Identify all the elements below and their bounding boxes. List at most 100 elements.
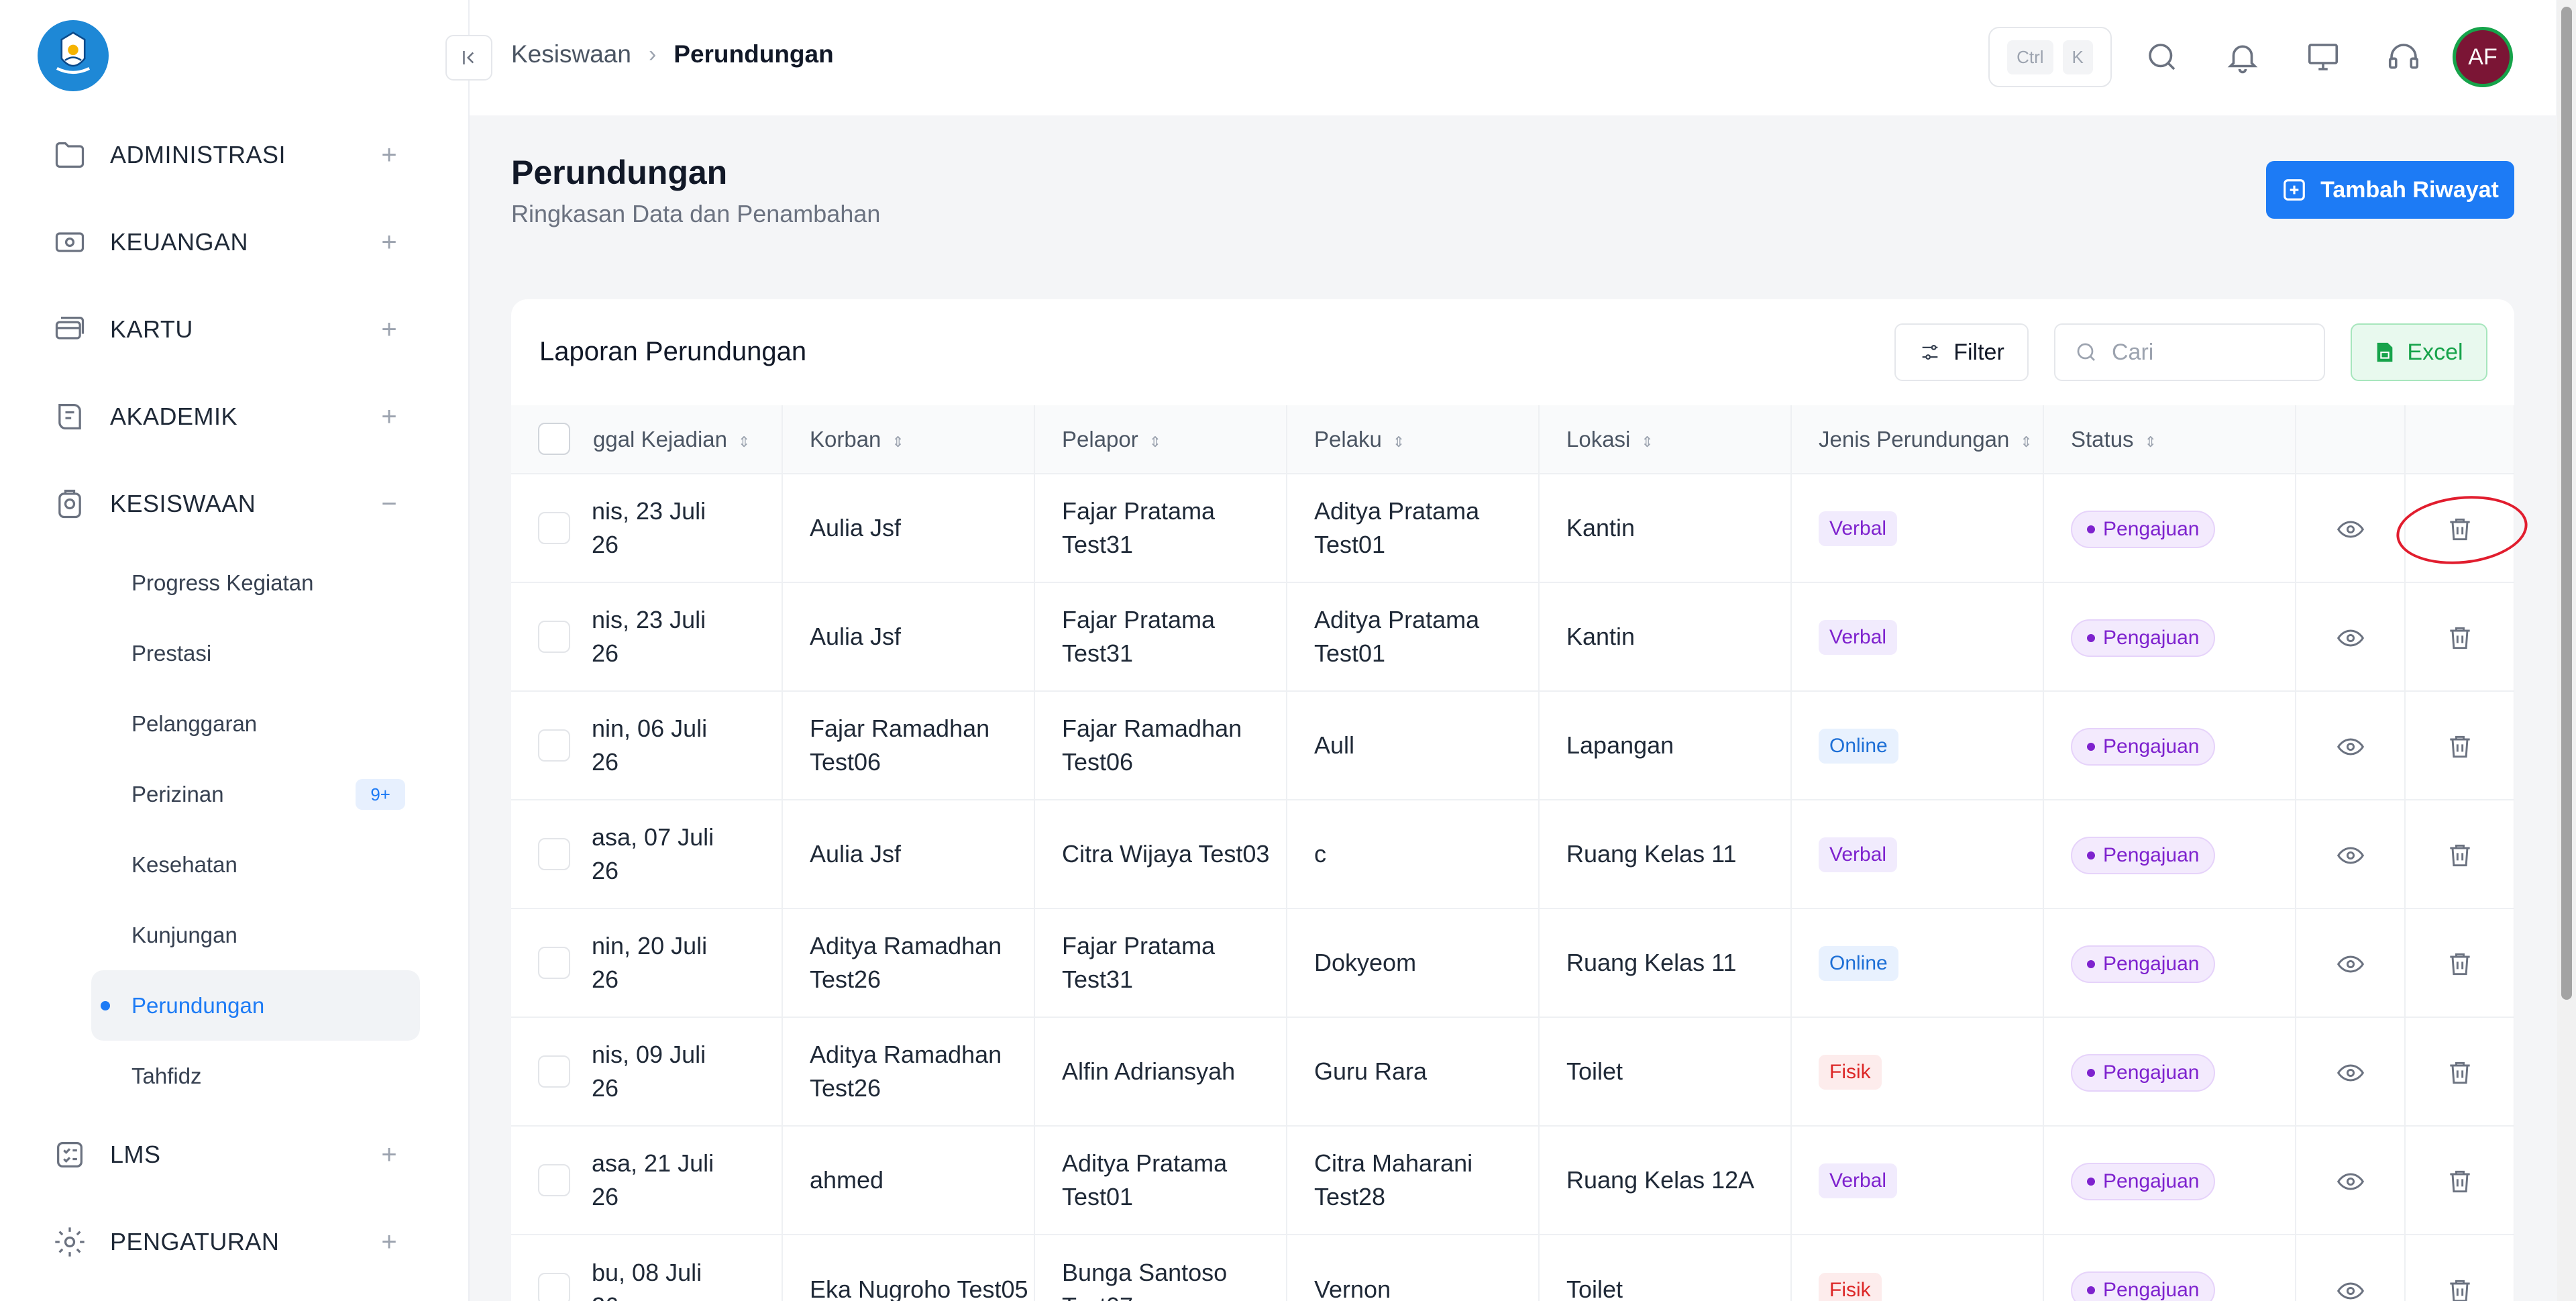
sidebar-item-tahfidz[interactable]: Tahfidz bbox=[91, 1041, 420, 1111]
cell-jenis: Verbal bbox=[1791, 474, 2044, 582]
sidebar-item-perundungan[interactable]: Perundungan bbox=[91, 970, 420, 1041]
sidebar-group-pengaturan[interactable]: PENGATURAN + bbox=[0, 1198, 470, 1286]
sidebar-group-administrasi[interactable]: ADMINISTRASI + bbox=[0, 111, 470, 199]
expand-icon[interactable]: + bbox=[376, 140, 402, 170]
row-checkbox[interactable] bbox=[538, 947, 570, 979]
command-palette-shortcut[interactable]: Ctrl K bbox=[1988, 27, 2112, 87]
expand-icon[interactable]: + bbox=[376, 227, 402, 258]
collapse-icon[interactable]: − bbox=[376, 489, 402, 519]
bell-icon[interactable] bbox=[2224, 39, 2261, 75]
sidebar-group-kesiswaan[interactable]: KESISWAAN − bbox=[0, 460, 470, 548]
cell-pelaku: c bbox=[1287, 800, 1540, 908]
table-row[interactable]: bu, 08 Juli 26Eka Nugroho Test05Bunga San… bbox=[511, 1235, 2514, 1301]
filter-button[interactable]: Filter bbox=[1894, 323, 2029, 381]
trash-icon[interactable] bbox=[2445, 515, 2475, 544]
sidebar-nav: ADMINISTRASI + KEUANGAN + KARTU + AKADEM… bbox=[0, 111, 470, 1286]
page-scrollbar[interactable] bbox=[2557, 0, 2576, 1301]
search-input[interactable] bbox=[2112, 339, 2313, 366]
sidebar-group-akademik[interactable]: AKADEMIK + bbox=[0, 373, 470, 460]
cell-delete bbox=[2405, 1017, 2514, 1126]
column-lokasi[interactable]: Lokasi ⇕ bbox=[1539, 405, 1792, 474]
table-row[interactable]: asa, 21 Juli 26 ahmed Aditya Pratama Test01… bbox=[511, 1126, 2514, 1235]
eye-icon[interactable] bbox=[2336, 1058, 2365, 1088]
sort-icon[interactable]: ⇕ bbox=[1641, 433, 1653, 450]
cell-lokasi: Kantin bbox=[1539, 474, 1792, 582]
sidebar-item-perizinan[interactable]: Perizinan 9+ bbox=[91, 759, 420, 829]
row-checkbox[interactable] bbox=[538, 1164, 570, 1196]
column-korban[interactable]: Korban ⇕ bbox=[782, 405, 1035, 474]
status-label: Pengajuan bbox=[2103, 843, 2200, 866]
row-checkbox[interactable] bbox=[538, 512, 570, 544]
sort-icon[interactable]: ⇕ bbox=[1149, 433, 1161, 450]
expand-icon[interactable]: + bbox=[376, 402, 402, 432]
column-jenis-perundungan[interactable]: Jenis Perundungan ⇕ bbox=[1791, 405, 2044, 474]
sidebar-item-pelanggaran[interactable]: Pelanggaran bbox=[91, 688, 420, 759]
sidebar-item-kunjungan[interactable]: Kunjungan bbox=[91, 900, 420, 970]
sidebar-group-lms[interactable]: LMS + bbox=[0, 1111, 470, 1198]
eye-icon[interactable] bbox=[2336, 515, 2365, 544]
eye-icon[interactable] bbox=[2336, 841, 2365, 870]
row-checkbox[interactable] bbox=[538, 838, 570, 870]
status-badge: Pengajuan bbox=[2071, 510, 2216, 548]
export-excel-button[interactable]: Excel bbox=[2351, 323, 2487, 381]
sidebar-group-label: KESISWAAN bbox=[110, 490, 256, 517]
kbd-ctrl: Ctrl bbox=[2007, 40, 2053, 74]
eye-icon[interactable] bbox=[2336, 732, 2365, 762]
breadcrumb-separator-icon: › bbox=[648, 41, 657, 67]
eye-icon[interactable] bbox=[2336, 949, 2365, 979]
collapse-sidebar-button[interactable] bbox=[445, 35, 492, 81]
expand-icon[interactable]: + bbox=[376, 1227, 402, 1257]
trash-icon[interactable] bbox=[2445, 732, 2475, 762]
table-row[interactable]: nis, 23 Juli 26 Aulia Jsf Fajar Pratama Tes… bbox=[511, 474, 2514, 582]
eye-icon[interactable] bbox=[2336, 1276, 2365, 1301]
cell-tanggal: nis, 23 Juli 26 bbox=[511, 582, 783, 691]
row-checkbox[interactable] bbox=[538, 621, 570, 653]
scrollbar-thumb[interactable] bbox=[2561, 7, 2572, 1000]
sidebar-item-prestasi[interactable]: Prestasi bbox=[91, 618, 420, 688]
row-checkbox[interactable] bbox=[538, 1055, 570, 1088]
trash-icon[interactable] bbox=[2445, 1058, 2475, 1088]
user-avatar[interactable]: AF bbox=[2453, 27, 2513, 87]
column-status[interactable]: Status ⇕ bbox=[2043, 405, 2296, 474]
table-row[interactable]: nis, 09 Juli 26 Aditya Ramadhan Test26 Alfi… bbox=[511, 1017, 2514, 1126]
sort-icon[interactable]: ⇕ bbox=[2145, 433, 2157, 450]
sort-icon[interactable]: ⇕ bbox=[738, 433, 750, 450]
column-pelaku[interactable]: Pelaku ⇕ bbox=[1287, 405, 1540, 474]
row-checkbox[interactable] bbox=[538, 1273, 570, 1301]
select-all-checkbox[interactable] bbox=[538, 423, 570, 455]
cell-lokasi: Kantin bbox=[1539, 582, 1792, 691]
column-tanggal-kejadian[interactable]: ggal Kejadian ⇕ bbox=[511, 405, 783, 474]
breadcrumb-kesiswaan[interactable]: Kesiswaan bbox=[511, 40, 631, 68]
status-badge: Pengajuan bbox=[2071, 836, 2216, 874]
kbd-k: K bbox=[2062, 40, 2093, 74]
trash-icon[interactable] bbox=[2445, 1167, 2475, 1196]
cell-status: Pengajuan bbox=[2043, 1017, 2296, 1126]
expand-icon[interactable]: + bbox=[376, 315, 402, 345]
sort-icon[interactable]: ⇕ bbox=[1393, 433, 1405, 450]
trash-icon[interactable] bbox=[2445, 623, 2475, 653]
table-row[interactable]: asa, 07 Juli 26 Aulia Jsf Citra Wijaya Test… bbox=[511, 800, 2514, 908]
trash-icon[interactable] bbox=[2445, 949, 2475, 979]
sort-icon[interactable]: ⇕ bbox=[892, 433, 904, 450]
sidebar-item-progress-kegiatan[interactable]: Progress Kegiatan bbox=[91, 548, 420, 618]
eye-icon[interactable] bbox=[2336, 1167, 2365, 1196]
cell-jenis: Verbal bbox=[1791, 800, 2044, 908]
sidebar-item-kesehatan[interactable]: Kesehatan bbox=[91, 829, 420, 900]
eye-icon[interactable] bbox=[2336, 623, 2365, 653]
search-icon[interactable] bbox=[2144, 39, 2180, 75]
table-row[interactable]: nin, 20 Juli 26 Aditya Ramadhan Test26 Faja… bbox=[511, 908, 2514, 1017]
cell-tanggal: nin, 06 Juli 26 bbox=[511, 691, 783, 800]
trash-icon[interactable] bbox=[2445, 1276, 2475, 1301]
table-row[interactable]: nis, 23 Juli 26 Aulia Jsf Fajar Pratama Tes… bbox=[511, 582, 2514, 691]
column-pelapor[interactable]: Pelapor ⇕ bbox=[1034, 405, 1287, 474]
trash-icon[interactable] bbox=[2445, 841, 2475, 870]
table-row[interactable]: nin, 06 Juli 26 Fajar Ramadhan Test06 Fajar… bbox=[511, 691, 2514, 800]
sidebar-group-kartu[interactable]: KARTU + bbox=[0, 286, 470, 373]
headset-icon[interactable] bbox=[2385, 39, 2422, 75]
monitor-icon[interactable] bbox=[2305, 39, 2341, 75]
add-history-button[interactable]: Tambah Riwayat bbox=[2266, 161, 2514, 219]
sort-icon[interactable]: ⇕ bbox=[2020, 433, 2032, 450]
row-checkbox[interactable] bbox=[538, 729, 570, 762]
expand-icon[interactable]: + bbox=[376, 1140, 402, 1170]
sidebar-group-keuangan[interactable]: KEUANGAN + bbox=[0, 199, 470, 286]
